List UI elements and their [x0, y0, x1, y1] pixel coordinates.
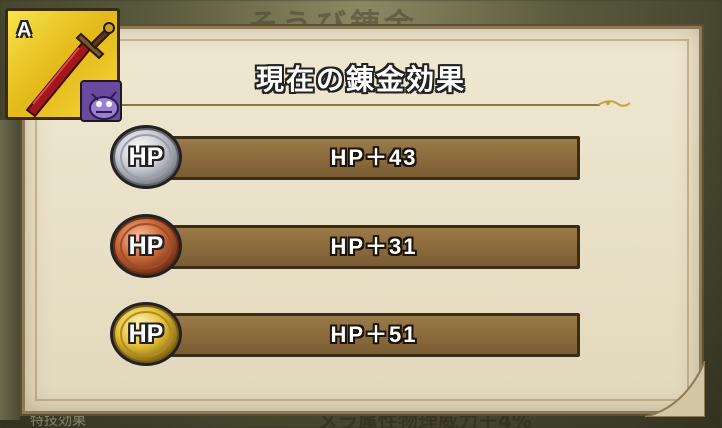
effect-row-3: HP＋51 HP [108, 300, 580, 368]
title-divider [110, 100, 630, 107]
effect-text: HP＋51 [330, 322, 418, 347]
effect-text: HP＋43 [330, 145, 418, 170]
effect-row-2: HP＋31 HP [108, 212, 580, 280]
background-strip [0, 120, 20, 420]
effect-text: HP＋31 [330, 234, 418, 259]
medal-label: HP [128, 320, 164, 348]
medal-label: HP [128, 143, 164, 171]
effect-row-1: HP＋43 HP [108, 123, 580, 191]
page-curl-icon [645, 361, 705, 417]
medal-label: HP [128, 232, 164, 260]
monster-icon [80, 80, 122, 122]
